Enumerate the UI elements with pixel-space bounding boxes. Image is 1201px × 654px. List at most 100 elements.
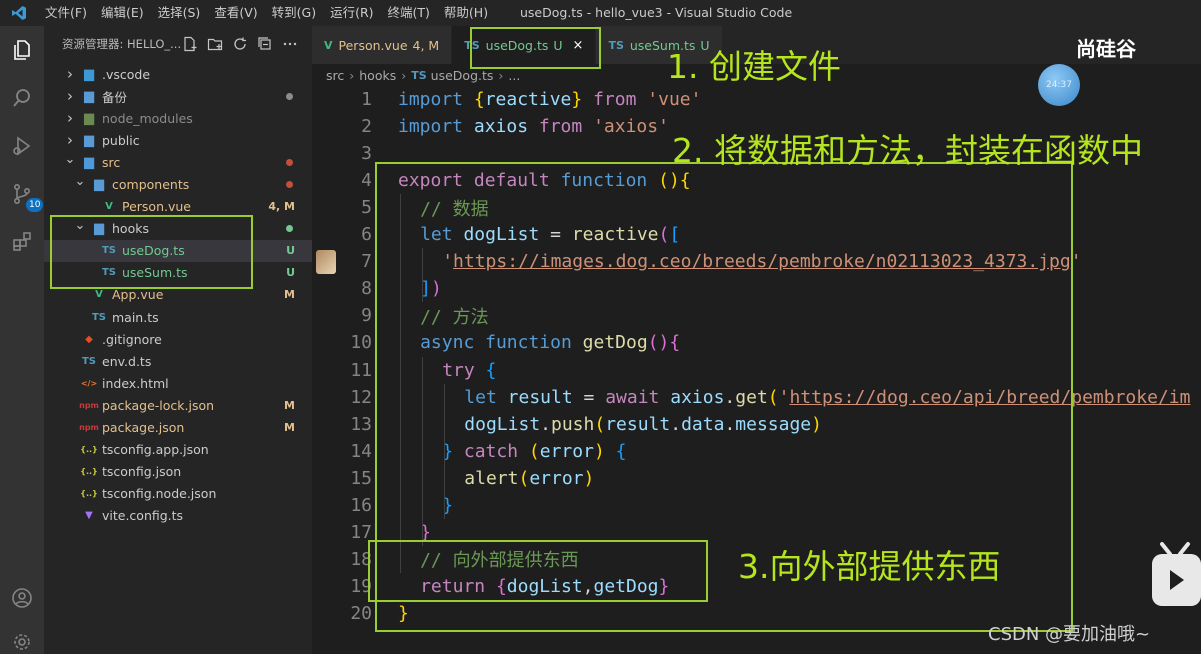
tree-folder[interactable]: › ▆ 备份 — [44, 85, 312, 107]
breadcrumb-segment[interactable]: src — [326, 68, 344, 83]
chevron-down-icon: ⌄ — [64, 151, 76, 167]
tree-folder[interactable]: › ▆ .vscode — [44, 63, 312, 85]
tree-file[interactable]: {..} tsconfig.node.json — [44, 483, 312, 505]
search-icon[interactable] — [6, 82, 38, 114]
chevron-right-icon: › — [401, 67, 407, 83]
menu-item-6[interactable]: 终端(T) — [381, 0, 437, 26]
explorer-icon[interactable] — [6, 34, 38, 66]
tab-person-vue[interactable]: V Person.vue 4, M — [312, 26, 453, 64]
account-icon[interactable] — [6, 582, 38, 614]
bilibili-tv-icon — [1152, 542, 1201, 606]
tree-item-label: src — [102, 154, 121, 170]
tree-folder[interactable]: ⌄ ▆ components — [44, 173, 312, 195]
tree-item-label: App.vue — [112, 287, 164, 303]
extensions-icon[interactable] — [6, 226, 38, 258]
json-file-icon: {..} — [80, 445, 98, 455]
line-number: 16 — [350, 494, 372, 516]
menu-item-2[interactable]: 选择(S) — [151, 0, 208, 26]
vue-file-icon: V — [95, 289, 103, 301]
folder-icon: ▆ — [84, 132, 94, 148]
tree-item-label: index.html — [102, 375, 169, 391]
line-number: 4 — [361, 170, 372, 192]
tree-folder[interactable]: ⌄ ▆ src — [44, 151, 312, 173]
git-status-dot — [286, 225, 293, 233]
chevron-right-icon: › — [349, 67, 355, 83]
tree-item-label: .vscode — [102, 66, 151, 82]
refresh-icon[interactable] — [232, 36, 248, 52]
code-token: reactive — [484, 89, 572, 110]
tree-file[interactable]: ◆ .gitignore — [44, 328, 312, 350]
vite-file-icon: ▼ — [85, 510, 93, 522]
folder-icon: ▆ — [94, 177, 104, 193]
tree-file[interactable]: npm package-lock.json M — [44, 394, 312, 416]
npm-file-icon: npm — [79, 423, 99, 433]
tree-item-label: components — [112, 177, 190, 193]
chevron-right-icon: › — [498, 67, 504, 83]
line-number: 17 — [350, 521, 372, 543]
tree-file[interactable]: {..} tsconfig.json — [44, 461, 312, 483]
code-token: import — [398, 89, 474, 110]
line-number: 12 — [350, 386, 372, 408]
tree-file[interactable]: </> index.html — [44, 372, 312, 394]
collapse-all-icon[interactable] — [257, 36, 273, 52]
node-folder-icon: ▆ — [84, 110, 94, 126]
code-token: { — [473, 89, 485, 110]
tree-item-label: tsconfig.app.json — [102, 442, 209, 458]
tree-item-label: env.d.ts — [102, 353, 152, 369]
annotation-step-1: 1. 创建文件 — [667, 47, 841, 86]
line-number: 6 — [361, 224, 372, 246]
git-status-badge: M — [284, 421, 295, 435]
chevron-right-icon: › — [67, 131, 73, 150]
new-folder-icon[interactable] — [207, 36, 223, 52]
run-debug-icon[interactable] — [6, 130, 38, 162]
settings-gear-icon[interactable] — [6, 626, 38, 654]
more-actions-icon[interactable] — [282, 36, 298, 52]
source-control-badge: 10 — [26, 198, 44, 212]
menu-item-4[interactable]: 转到(G) — [265, 0, 323, 26]
source-control-icon[interactable]: 10 — [6, 178, 44, 212]
tree-file[interactable]: npm package.json M — [44, 417, 312, 439]
timer-badge: 24:37 — [1038, 64, 1080, 106]
tree-file[interactable]: {..} tsconfig.app.json — [44, 439, 312, 461]
breadcrumb-symbol[interactable]: ... — [508, 68, 520, 83]
git-status-badge: M — [284, 398, 295, 412]
menu-item-0[interactable]: 文件(F) — [38, 0, 94, 26]
code-token: import — [398, 116, 474, 138]
vue-file-icon: V — [324, 38, 333, 52]
menu-bar: 文件(F) 编辑(E) 选择(S) 查看(V) 转到(G) 运行(R) 终端(T) 帮助(H) — [38, 0, 495, 26]
line-number: 1 — [361, 89, 372, 110]
vscode-folder-icon: ▆ — [84, 66, 94, 82]
menu-item-1[interactable]: 编辑(E) — [94, 0, 151, 26]
tree-item-label: vite.config.ts — [102, 508, 184, 524]
tree-folder[interactable]: › ▆ node_modules — [44, 107, 312, 129]
tree-item-label: package.json — [102, 420, 185, 436]
activity-bar: 10 — [0, 26, 44, 654]
tree-file[interactable]: ▼ vite.config.ts — [44, 505, 312, 527]
git-file-icon: ◆ — [85, 333, 93, 345]
html-file-icon: </> — [80, 378, 98, 388]
watermark: CSDN @要加油哦~ — [988, 624, 1151, 645]
menu-item-3[interactable]: 查看(V) — [207, 0, 264, 26]
breadcrumb-file[interactable]: useDog.ts — [431, 68, 494, 83]
tree-file[interactable]: TS main.ts — [44, 306, 312, 328]
code-token: 'axios' — [593, 116, 669, 138]
tree-file[interactable]: TS env.d.ts — [44, 350, 312, 372]
annotation-step-2: 2. 将数据和方法，封装在函数中 — [672, 131, 1143, 170]
tree-item-label: main.ts — [112, 309, 159, 325]
git-status-dot — [286, 158, 293, 166]
window-title: useDog.ts - hello_vue3 - Visual Studio C… — [520, 5, 793, 20]
line-number: 20 — [350, 602, 372, 624]
git-status-badge: 4, M — [268, 200, 295, 214]
git-status-badge: M — [284, 288, 295, 302]
line-number: 7 — [361, 251, 372, 273]
ts-file-icon: TS — [411, 68, 427, 82]
ts-file-icon: TS — [91, 311, 107, 323]
menu-item-5[interactable]: 运行(R) — [323, 0, 380, 26]
breadcrumb-segment[interactable]: hooks — [359, 68, 396, 83]
new-file-icon[interactable] — [182, 36, 198, 52]
menu-item-7[interactable]: 帮助(H) — [437, 0, 495, 26]
tree-folder[interactable]: › ▆ public — [44, 129, 312, 151]
tree-item-label: 备份 — [102, 89, 128, 105]
line-number: 5 — [361, 197, 372, 219]
chevron-right-icon: › — [67, 87, 73, 106]
